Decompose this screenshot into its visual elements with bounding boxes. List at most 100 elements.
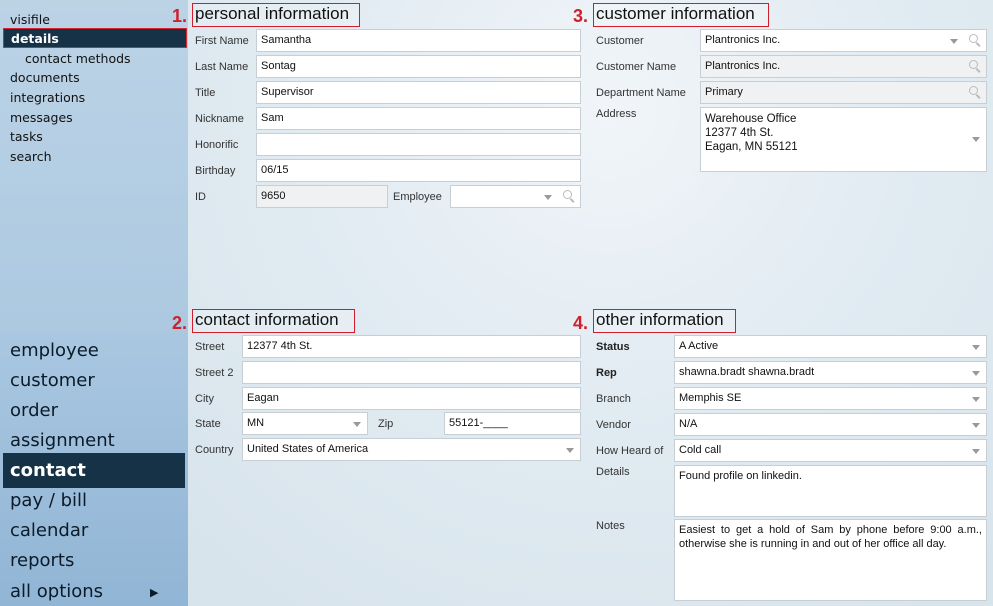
- subnav-documents[interactable]: documents: [10, 69, 80, 86]
- subnav-search[interactable]: search: [10, 148, 52, 165]
- first-name-field[interactable]: Samantha: [256, 29, 581, 52]
- nickname-field[interactable]: Sam: [256, 107, 581, 130]
- customer-name-field[interactable]: Plantronics Inc.: [700, 55, 987, 78]
- branch-select[interactable]: Memphis SE: [674, 387, 987, 410]
- zip-field[interactable]: 55121-____: [444, 412, 581, 435]
- department-label: Department Name: [596, 87, 686, 99]
- notes-label: Notes: [596, 520, 625, 532]
- id-label: ID: [195, 191, 206, 203]
- chevron-down-icon[interactable]: [972, 397, 980, 402]
- state-value: MN: [247, 417, 265, 429]
- section-number: 3.: [573, 6, 589, 26]
- subnav-details[interactable]: details: [3, 28, 187, 48]
- last-name-label: Last Name: [195, 61, 249, 73]
- nav-reports[interactable]: reports: [10, 549, 74, 573]
- arrow-right-icon[interactable]: ▶: [150, 586, 158, 599]
- branch-value: Memphis SE: [679, 392, 742, 404]
- birthday-field[interactable]: 06/15: [256, 159, 581, 182]
- search-icon[interactable]: [968, 59, 982, 73]
- section-number: 2.: [172, 313, 188, 333]
- customer-value: Plantronics Inc.: [705, 34, 781, 46]
- address-label: Address: [596, 108, 637, 120]
- employee-label: Employee: [393, 191, 442, 203]
- rep-value: shawna.bradt shawna.bradt: [679, 366, 815, 378]
- how-heard-label: How Heard of: [596, 445, 664, 457]
- id-field: 9650: [256, 185, 388, 208]
- search-icon[interactable]: [968, 85, 982, 99]
- section-number: 1.: [172, 6, 188, 26]
- address-field[interactable]: Warehouse Office 12377 4th St. Eagan, MN…: [700, 107, 987, 172]
- country-label: Country: [195, 444, 234, 456]
- rep-select[interactable]: shawna.bradt shawna.bradt: [674, 361, 987, 384]
- record-subnav: visifile details contact methods documen…: [0, 0, 188, 333]
- subnav-messages[interactable]: messages: [10, 109, 73, 126]
- chevron-down-icon[interactable]: [544, 195, 552, 200]
- section-title-customer: customer information: [593, 3, 769, 27]
- department-value: Primary: [705, 86, 743, 98]
- employee-field[interactable]: [450, 185, 581, 208]
- customer-name-value: Plantronics Inc.: [705, 60, 781, 72]
- vendor-select[interactable]: N/A: [674, 413, 987, 436]
- address-line: 12377 4th St.: [705, 127, 774, 139]
- subnav-contact-methods[interactable]: contact methods: [25, 50, 131, 67]
- subnav-integrations[interactable]: integrations: [10, 89, 85, 106]
- street-field[interactable]: 12377 4th St.: [242, 335, 581, 358]
- chevron-down-icon[interactable]: [972, 137, 980, 142]
- address-line: Warehouse Office: [705, 113, 797, 125]
- honorific-label: Honorific: [195, 139, 239, 151]
- nav-pay-bill[interactable]: pay / bill: [10, 489, 87, 513]
- street-label: Street: [195, 341, 225, 353]
- section-title-contact: contact information: [192, 309, 355, 333]
- street2-field[interactable]: [242, 361, 581, 384]
- customer-field[interactable]: Plantronics Inc.: [700, 29, 987, 52]
- how-heard-select[interactable]: Cold call: [674, 439, 987, 462]
- details-field[interactable]: Found profile on linkedin.: [674, 465, 987, 517]
- nav-assignment[interactable]: assignment: [10, 429, 115, 453]
- customer-name-label: Customer Name: [596, 61, 677, 73]
- title-field[interactable]: Supervisor: [256, 81, 581, 104]
- notes-field[interactable]: Easiest to get a hold of Sam by phone be…: [674, 519, 987, 601]
- how-heard-value: Cold call: [679, 444, 722, 456]
- city-label: City: [195, 393, 214, 405]
- city-field[interactable]: Eagan: [242, 387, 581, 410]
- state-label: State: [195, 418, 221, 430]
- nav-customer[interactable]: customer: [10, 369, 95, 393]
- subnav-tasks[interactable]: tasks: [10, 128, 43, 145]
- street2-label: Street 2: [195, 367, 234, 379]
- department-field[interactable]: Primary: [700, 81, 987, 104]
- state-select[interactable]: MN: [242, 412, 368, 435]
- chevron-down-icon[interactable]: [972, 423, 980, 428]
- nav-contact[interactable]: contact: [3, 453, 185, 488]
- chevron-down-icon[interactable]: [972, 449, 980, 454]
- chevron-down-icon[interactable]: [950, 39, 958, 44]
- country-select[interactable]: United States of America: [242, 438, 581, 461]
- branch-label: Branch: [596, 393, 631, 405]
- chevron-down-icon[interactable]: [566, 448, 574, 453]
- zip-label: Zip: [378, 418, 394, 430]
- country-value: United States of America: [247, 443, 369, 455]
- chevron-down-icon[interactable]: [972, 371, 980, 376]
- customer-label: Customer: [596, 35, 644, 47]
- nav-all-options[interactable]: all options: [10, 580, 103, 604]
- vendor-value: N/A: [679, 418, 698, 430]
- section-title-personal: personal information: [192, 3, 360, 27]
- last-name-field[interactable]: Sontag: [256, 55, 581, 78]
- rep-label: Rep: [596, 367, 617, 379]
- search-icon[interactable]: [562, 189, 576, 203]
- search-icon[interactable]: [968, 33, 982, 47]
- subnav-visifile[interactable]: visifile: [10, 11, 50, 28]
- nav-order[interactable]: order: [10, 399, 58, 423]
- status-label: Status: [596, 341, 630, 353]
- status-select[interactable]: A Active: [674, 335, 987, 358]
- chevron-down-icon[interactable]: [353, 422, 361, 427]
- chevron-down-icon[interactable]: [972, 345, 980, 350]
- section-number: 4.: [573, 313, 589, 333]
- address-line: Eagan, MN 55121: [705, 141, 798, 153]
- details-label: Details: [596, 466, 630, 478]
- honorific-field[interactable]: [256, 133, 581, 156]
- sidebar: visifile details contact methods documen…: [0, 0, 188, 606]
- title-label: Title: [195, 87, 216, 99]
- nav-calendar[interactable]: calendar: [10, 519, 88, 543]
- nav-employee[interactable]: employee: [10, 339, 99, 363]
- section-title-other: other information: [593, 309, 736, 333]
